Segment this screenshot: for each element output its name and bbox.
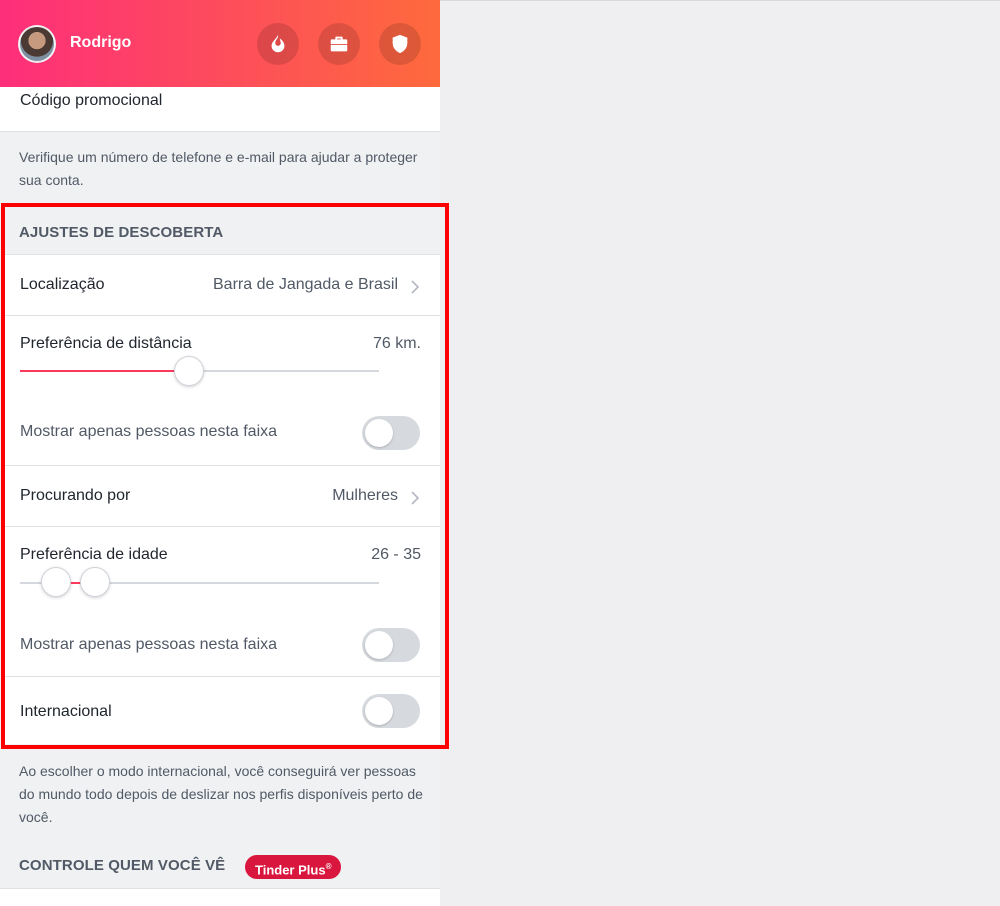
looking-for-value[interactable]: Mulheres bbox=[332, 487, 398, 505]
age-slider-min-handle[interactable] bbox=[40, 567, 71, 597]
age-slider-max-handle[interactable] bbox=[80, 567, 111, 597]
age-only-label: Mostrar apenas pessoas nesta faixa bbox=[20, 636, 278, 653]
badge-label: Tinder Plus bbox=[255, 862, 326, 878]
next-row bbox=[0, 888, 440, 906]
flame-icon[interactable] bbox=[257, 23, 299, 65]
divider bbox=[4, 676, 440, 677]
avatar[interactable] bbox=[18, 25, 56, 63]
toggle-knob bbox=[365, 697, 393, 725]
location-value[interactable]: Barra de Jangada e Brasil bbox=[213, 276, 398, 294]
international-label: Internacional bbox=[20, 703, 112, 720]
toggle-knob bbox=[365, 419, 393, 447]
chevron-right-icon[interactable] bbox=[410, 280, 420, 294]
chevron-right-icon[interactable] bbox=[410, 491, 420, 505]
discovery-section-title: AJUSTES DE DESCOBERTA bbox=[19, 224, 224, 241]
international-note: Ao escolher o modo internacional, você c… bbox=[19, 763, 423, 825]
shield-icon[interactable] bbox=[379, 23, 421, 65]
tinder-plus-badge: Tinder Plus® bbox=[245, 855, 342, 879]
distance-value: 76 km. bbox=[372, 335, 421, 352]
age-label: Preferência de idade bbox=[20, 546, 168, 563]
looking-for-label: Procurando por bbox=[20, 487, 131, 504]
promo-code-row[interactable]: Código promocional bbox=[0, 87, 440, 132]
verify-note: Verifique um número de telefone e e-mail… bbox=[19, 149, 418, 188]
age-value: 26 - 35 bbox=[371, 546, 421, 563]
toggle-knob bbox=[365, 631, 393, 659]
distance-label: Preferência de distância bbox=[20, 335, 192, 352]
location-label: Localização bbox=[20, 276, 105, 293]
divider bbox=[4, 526, 440, 527]
divider bbox=[4, 465, 440, 466]
briefcase-icon[interactable] bbox=[318, 23, 360, 65]
promo-code-label: Código promocional bbox=[20, 92, 163, 109]
profile-header: Rodrigo bbox=[0, 0, 440, 87]
badge-mark: ® bbox=[325, 862, 332, 871]
international-toggle[interactable] bbox=[362, 694, 420, 728]
divider bbox=[4, 315, 440, 316]
distance-slider-fill bbox=[20, 370, 189, 372]
control-section-title: CONTROLE QUEM VOCÊ VÊ bbox=[19, 857, 226, 874]
distance-only-toggle[interactable] bbox=[362, 416, 420, 450]
discovery-settings-card: Localização Barra de Jangada e Brasil Pr… bbox=[4, 254, 440, 744]
content-area bbox=[440, 0, 1000, 906]
age-slider[interactable] bbox=[20, 582, 379, 584]
username[interactable]: Rodrigo bbox=[70, 34, 131, 52]
distance-only-label: Mostrar apenas pessoas nesta faixa bbox=[20, 423, 278, 440]
age-only-toggle[interactable] bbox=[362, 628, 420, 662]
distance-slider-handle[interactable] bbox=[173, 356, 204, 386]
settings-panel: Rodrigo Código promocional Verifique um … bbox=[0, 0, 440, 906]
